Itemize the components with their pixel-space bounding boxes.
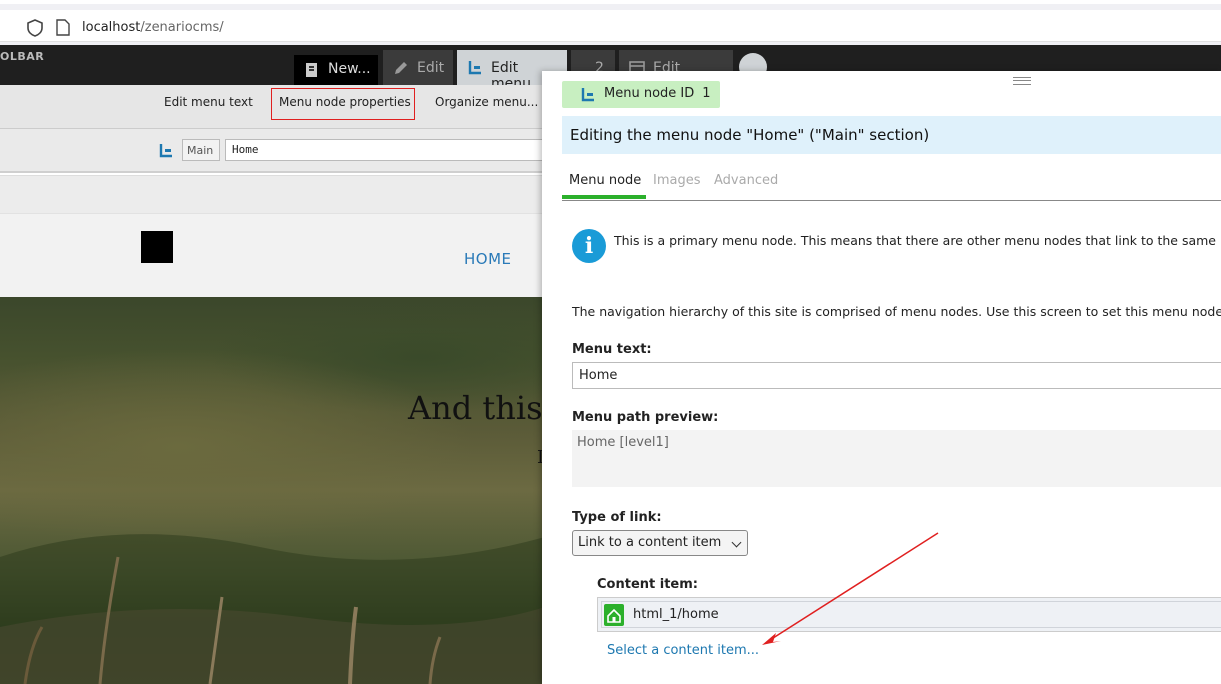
url-host: localhost [82,20,141,35]
menu-path-preview: Home [level1] [572,430,1221,487]
menu-node-id-label: Menu node ID [604,86,695,101]
menu-node-id-value: 1 [702,86,711,101]
edit-menu-text-button[interactable]: Edit menu text [164,95,253,109]
navigation-description: The navigation hierarchy of this site is… [572,304,1221,319]
site-top-strip [0,176,545,214]
content-item-chip: html_1/home [601,601,1221,628]
menu-tree-icon [159,144,172,158]
link-type-select[interactable]: Link to a content item [572,530,748,556]
hero-title: And this [408,389,543,427]
hero-banner: And this I [0,297,545,684]
menu-node-properties-panel: Menu node ID 1 Editing the menu node "Hom… [542,71,1221,684]
tab-advanced[interactable]: Advanced [714,173,778,188]
shield-icon[interactable] [26,19,44,37]
content-item-value: html_1/home [633,607,719,622]
link-type-value: Link to a content item [578,535,722,550]
browser-chrome: localhost/zenariocms/ [0,0,1221,45]
url-text[interactable]: localhost/zenariocms/ [82,20,224,35]
tab-images[interactable]: Images [653,173,701,188]
chevron-down-icon [731,537,742,548]
panel-title: Editing the menu node "Home" ("Main" sec… [562,116,1221,154]
menu-path-field[interactable]: Home [225,139,545,161]
menu-text-input[interactable]: Home [572,362,1221,389]
address-bar[interactable]: localhost/zenariocms/ [0,10,1221,42]
grass-illustration [0,534,545,684]
url-path: /zenariocms/ [140,20,224,35]
menu-tree-icon [468,61,481,75]
select-content-item-link[interactable]: Select a content item... [607,643,759,658]
primary-node-notice: This is a primary menu node. This means … [614,233,1216,248]
site-header: HOME [0,175,545,297]
home-page-icon [604,604,624,626]
site-logo[interactable] [141,231,173,263]
toolbar-label: OLBAR [0,50,45,63]
section-badge: Main [182,139,220,161]
content-item-field[interactable]: html_1/home [597,597,1221,632]
menu-node-id-badge: Menu node ID 1 [562,81,720,108]
menu-path-preview-label: Menu path preview: [572,410,719,425]
menu-text-label: Menu text: [572,342,652,357]
menu-subtoolbar: Edit menu text Menu node properties Orga… [0,85,545,129]
pencil-icon [395,62,407,74]
drag-handle-icon[interactable] [1013,77,1031,85]
menu-node-properties-button[interactable]: Menu node properties [279,95,411,109]
info-icon: i [572,229,606,263]
edit-button[interactable]: Edit [383,50,453,85]
organize-menu-button[interactable]: Organize menu... [435,95,538,109]
active-tab-indicator [562,195,646,199]
link-type-label: Type of link: [572,510,662,525]
document-icon [306,63,317,77]
page-icon [56,19,70,36]
content-item-label: Content item: [597,577,698,592]
menu-tree-icon [581,88,594,102]
menu-path-bar: Main Home [0,129,545,173]
new-label: New... [328,61,371,77]
nav-item-home[interactable]: HOME [464,250,512,268]
edit-label: Edit [417,60,445,76]
new-button[interactable]: New... [294,55,378,85]
tab-menu-node[interactable]: Menu node [569,173,641,188]
panel-tabs: Menu node Images Advanced [562,171,1221,201]
